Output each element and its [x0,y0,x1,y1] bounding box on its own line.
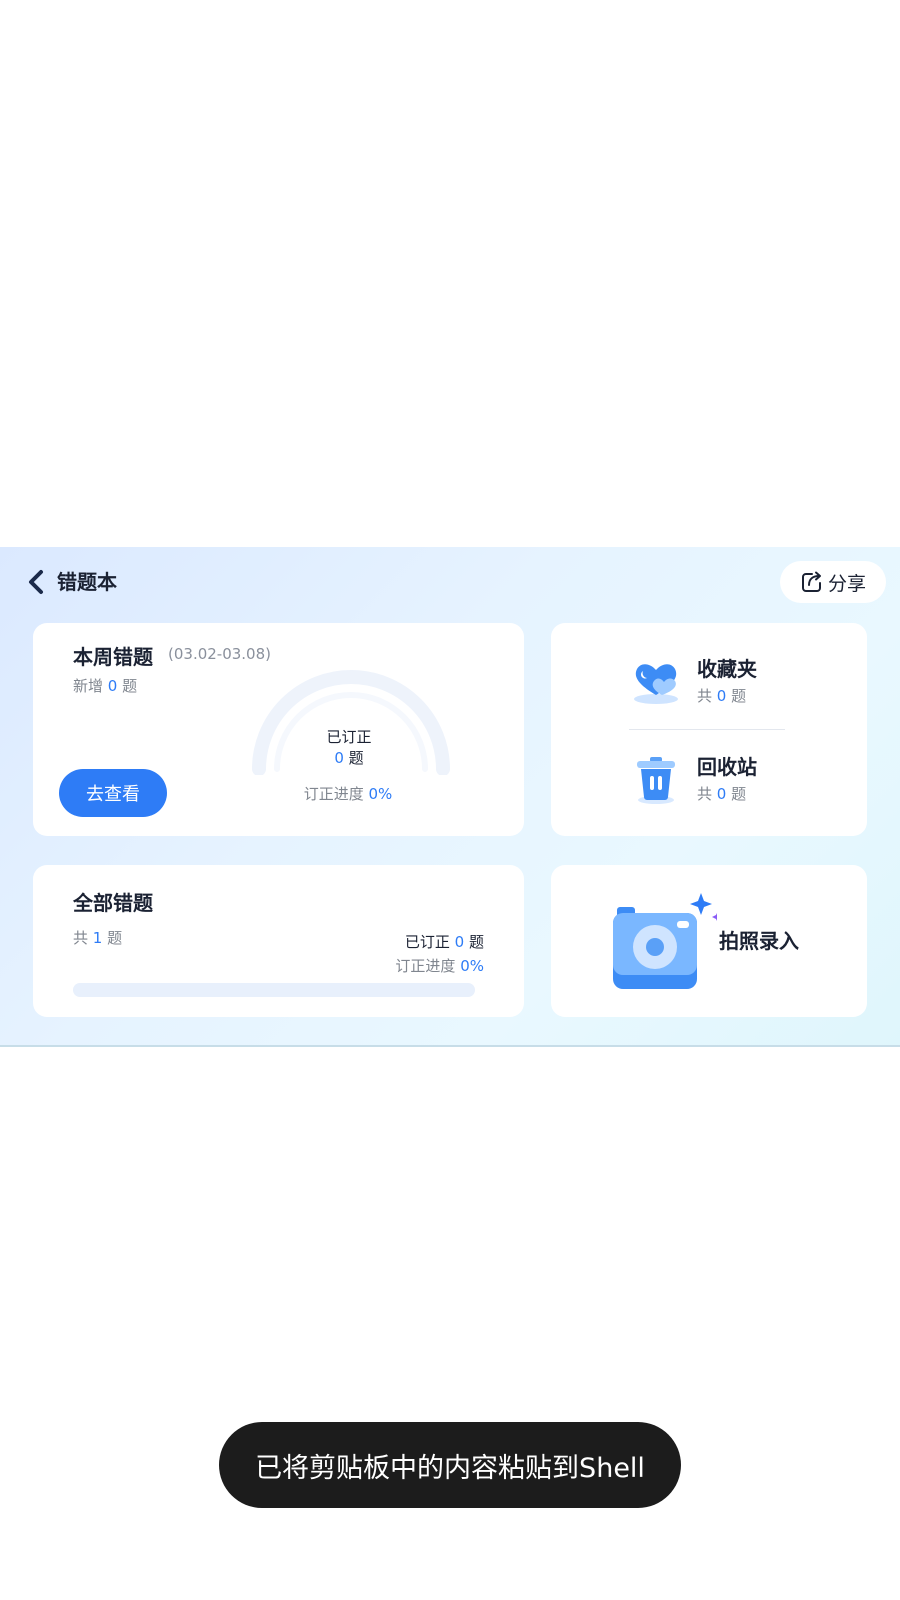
weekly-title: 本周错题 [73,645,153,669]
all-progress: 订正进度 0% [395,955,484,976]
all-prefix: 共 [73,929,89,947]
all-corrected-number: 0 [454,933,465,951]
weekly-new-number: 0 [107,677,118,695]
all-unit: 题 [107,929,123,947]
weekly-new-count: 新增 0 题 [73,675,137,696]
all-corrected-unit: 题 [468,933,484,951]
recycle-unit: 题 [731,785,747,803]
all-count: 共 1 题 [73,927,122,948]
all-number: 1 [92,929,103,947]
weekly-progress: 订正进度 0% [263,783,433,804]
collections-card: 收藏夹 共 0 题 回收站 共 0 题 [551,623,867,836]
recycle-count: 共 0 题 [697,783,746,804]
view-button[interactable]: 去查看 [59,769,167,817]
share-icon [801,571,821,592]
heart-folder-icon [634,664,678,704]
favorites-count: 共 0 题 [697,685,746,706]
back-button[interactable] [22,567,52,597]
favorites-prefix: 共 [697,687,713,705]
weekly-wrong-card: 本周错题 (03.02-03.08) 新增 0 题 已订正 0 题 订正进度 0… [33,623,524,836]
photo-entry-card[interactable]: 拍照录入 [551,865,867,1017]
share-label: 分享 [827,572,866,595]
recycle-number: 0 [716,785,727,803]
trash-icon [637,757,675,804]
favorites-title: 收藏夹 [697,657,757,681]
all-wrong-card[interactable]: 全部错题 共 1 题 已订正 0 题 订正进度 0% [33,865,524,1017]
gauge-corrected-count: 0 题 [287,748,411,769]
wrong-questions-panel: 错题本 分享 本周错题 (03.02-03.08) 新增 0 题 已订正 0 题 [0,547,900,1047]
recycle-bin-entry[interactable]: 回收站 共 0 题 [629,745,829,815]
all-corrected-label: 已订正 [404,933,450,951]
recycle-title: 回收站 [697,755,757,779]
all-corrected: 已订正 0 题 [405,931,484,952]
all-progress-label: 订正进度 [395,957,456,975]
page-title: 错题本 [57,570,117,594]
favorites-number: 0 [716,687,727,705]
favorites-entry[interactable]: 收藏夹 共 0 题 [629,647,829,717]
clipboard-toast: 已将剪贴板中的内容粘贴到Shell [219,1422,681,1508]
gauge-corrected-label: 已订正 [326,728,372,746]
gauge-label: 已订正 0 题 [287,727,411,769]
weekly-progress-label: 订正进度 [303,785,364,803]
weekly-new-prefix: 新增 [73,677,104,695]
all-progress-bar [73,983,475,997]
weekly-new-unit: 题 [122,677,138,695]
gauge-corrected-unit: 题 [348,749,364,767]
all-title: 全部错题 [73,891,153,915]
camera-icon [613,893,717,989]
weekly-date-range: (03.02-03.08) [168,645,272,663]
share-button[interactable]: 分享 [780,561,886,603]
weekly-progress-value: 0% [368,785,393,803]
chevron-left-icon [29,570,43,594]
gauge-corrected-number: 0 [334,749,344,767]
side-divider [629,729,785,730]
recycle-prefix: 共 [697,785,713,803]
photo-entry-label: 拍照录入 [719,929,799,953]
all-progress-value: 0% [460,957,484,975]
favorites-unit: 题 [731,687,747,705]
